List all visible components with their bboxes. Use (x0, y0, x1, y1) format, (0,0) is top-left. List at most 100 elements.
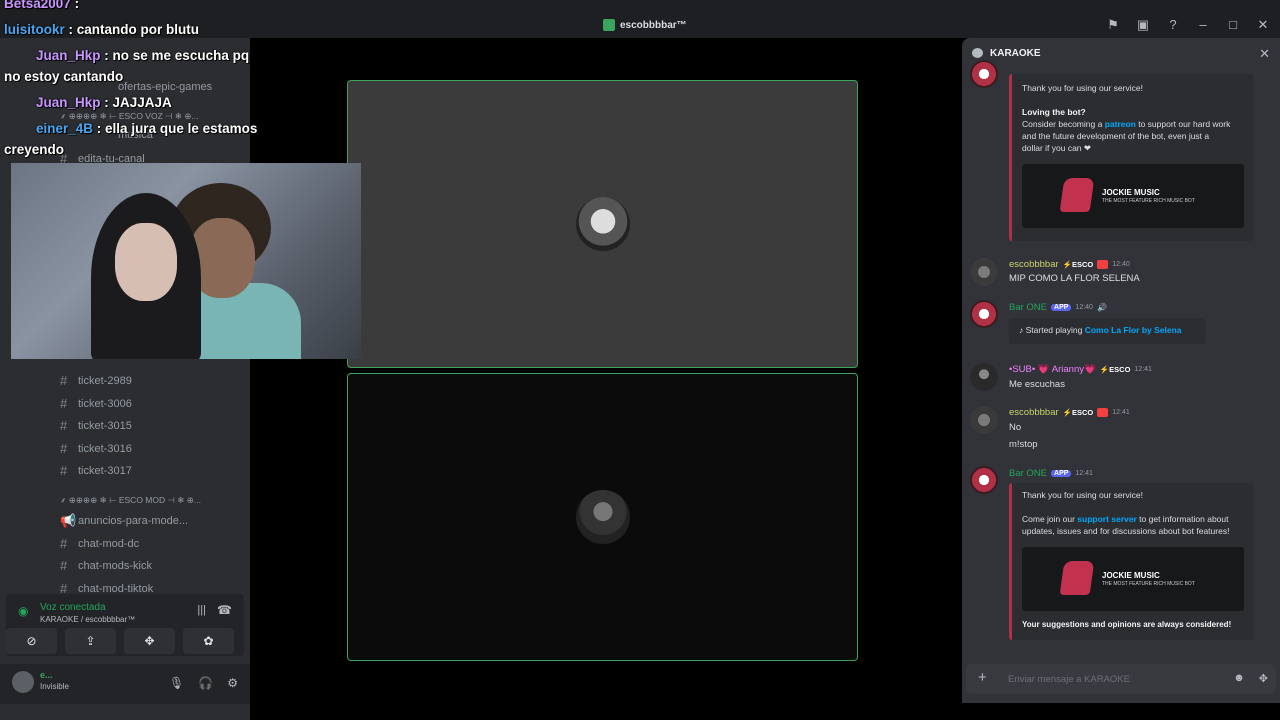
close-button[interactable]: ✕ (1256, 18, 1270, 31)
channel-ticket[interactable]: # ticket-3015 (60, 418, 132, 433)
minimize-button[interactable]: – (1196, 18, 1210, 31)
username[interactable]: e... (40, 670, 53, 680)
voice-status[interactable]: Voz conectada (40, 602, 106, 613)
message-header: •SUB• 💗 Arianny💗 ⚡ESCO 12:41 (1009, 364, 1152, 375)
message-header: Bar ONE APP 12:41 (1009, 468, 1093, 479)
avatar[interactable] (970, 258, 998, 286)
channel-chat-mods-kick[interactable]: # chat-mods-kick (60, 558, 152, 573)
role-tag: ⚡ESCO (1062, 408, 1094, 417)
message-input[interactable]: + Enviar mensaje a KARAOKE ☻ ✥ (966, 664, 1276, 694)
close-icon[interactable]: ✕ (1259, 46, 1270, 62)
webcam-person-face (115, 223, 177, 301)
embed-line: Come join our support server to get info… (1022, 514, 1228, 524)
channel-ticket[interactable]: # ticket-3006 (60, 396, 132, 411)
avatar[interactable] (970, 300, 998, 328)
video-tile-2[interactable] (347, 373, 858, 661)
help-icon[interactable]: ? (1166, 18, 1180, 31)
emoji-icon[interactable]: ☻ (1233, 672, 1245, 685)
camera-off-icon: ⊘ (26, 634, 37, 648)
channel-chat-mod-dc[interactable]: # chat-mod-dc (60, 536, 139, 551)
brand-name: JOCKIE MUSIC (1102, 188, 1160, 197)
soundboard-button[interactable]: ✿ (183, 628, 234, 654)
screen-icon[interactable]: ▣ (1136, 18, 1150, 31)
role-tag-text: ESCO (1109, 365, 1131, 374)
message-time: 12:41 (1075, 470, 1093, 477)
message-author[interactable]: escobbbbar (1009, 407, 1059, 418)
message-header: Bar ONE APP 12:40 🔊 (1009, 302, 1107, 313)
channel-label: ticket-3017 (78, 464, 132, 477)
app-badge: APP (1051, 304, 1072, 311)
patreon-link[interactable]: patreon (1105, 119, 1136, 129)
app-badge: APP (1051, 470, 1072, 477)
channel-ticket[interactable]: # ticket-3016 (60, 441, 132, 456)
jockie-music-banner[interactable]: JOCKIE MUSIC THE MOST FEATURE RICH MUSIC… (1022, 547, 1244, 611)
overlay-text: cantando por blutu (76, 22, 200, 37)
channel-label: ticket-3016 (78, 442, 132, 455)
inbox-icon[interactable]: ⚑ (1106, 18, 1120, 31)
overlay-line: Betsa2007 : (4, 0, 79, 11)
channel-label: ofertas-epic-games (118, 81, 213, 93)
embed-line: Thank you for using our service! (1022, 490, 1143, 500)
channel-label: ticket-3015 (78, 419, 132, 432)
message-author[interactable]: Bar ONE (1009, 468, 1047, 479)
camera-button[interactable]: ⊘ (6, 628, 57, 654)
activities-button[interactable]: ✥ (124, 628, 175, 654)
overlay-text: no estoy cantando (4, 69, 124, 84)
user-controls: 🎙 🎧 ⚙ (169, 676, 238, 690)
gear-icon[interactable]: ⚙ (227, 676, 238, 690)
overlay-line: Juan_Hkp : no se me escucha pq (36, 48, 249, 63)
message-author[interactable]: Bar ONE (1009, 302, 1047, 313)
overlay-line: no estoy cantando (4, 69, 123, 84)
overlay-sep: : (100, 48, 113, 63)
input-actions: ☻ ✥ (1233, 672, 1268, 685)
overlay-line: creyendo (4, 142, 64, 157)
bot-embed: Thank you for using our service! Come jo… (1009, 483, 1253, 640)
overlay-text: JAJJAJA (112, 95, 172, 110)
channel-label: ticket-3006 (78, 397, 132, 410)
avatar[interactable] (970, 406, 998, 434)
channel-ofertas[interactable]: ofertas-epic-games (118, 81, 212, 93)
headphones-icon[interactable]: 🎧 (198, 676, 213, 690)
disconnect-icon[interactable]: ☎ (217, 603, 232, 617)
playing-text: Started playing (1025, 325, 1085, 335)
avatar (575, 490, 630, 544)
channel-label: chat-mod-dc (78, 537, 140, 550)
jockie-logo-icon (1059, 561, 1095, 595)
apps-icon[interactable]: ✥ (1259, 672, 1268, 685)
avatar[interactable] (12, 671, 34, 693)
jockie-music-banner[interactable]: JOCKIE MUSIC THE MOST FEATURE RICH MUSIC… (1022, 164, 1244, 228)
channel-label: anuncios-para-mode... (78, 515, 189, 527)
add-attachment-icon[interactable]: + (978, 669, 987, 686)
category-esco-mod[interactable]: ⸙ ⊕⊕⊕⊕ ❄ ⊢ ESCO MOD ⊣ ❄ ⊕... (60, 495, 201, 506)
hash-icon: # (60, 418, 68, 433)
hash-icon: # (60, 373, 68, 388)
channel-ticket[interactable]: # ticket-3017 (60, 463, 132, 478)
support-server-link[interactable]: support server (1077, 514, 1137, 524)
embed-text-part: Come join our (1022, 514, 1078, 524)
overlay-user: Juan_Hkp (36, 95, 101, 110)
role-tag-text: ESCO (1072, 260, 1094, 269)
noise-suppression-icon[interactable]: ||| (197, 604, 206, 616)
avatar[interactable] (970, 60, 998, 88)
microphone-icon[interactable]: 🎙 (169, 676, 184, 690)
screen-share-button[interactable]: ⇪ (65, 628, 116, 654)
avatar[interactable] (970, 466, 998, 494)
avatar[interactable] (970, 363, 998, 391)
window-title-text: escobbbbar™ (620, 19, 687, 31)
embed-line: Loving the bot? (1022, 107, 1086, 117)
song-link[interactable]: Como La Flor by Selena (1085, 325, 1182, 335)
embed-text-part: Consider becoming a (1022, 119, 1105, 129)
voice-channel-path[interactable]: KARAOKE / escobbbbar™ (40, 615, 135, 624)
channel-anuncios-mod[interactable]: 📢 anuncios-para-mode... (60, 513, 188, 529)
message-author[interactable]: •SUB• 💗 Arianny💗 (1009, 364, 1096, 375)
overlay-sep: : (70, 0, 80, 11)
maximize-button[interactable]: □ (1226, 18, 1240, 31)
video-tile-1[interactable] (347, 80, 858, 368)
message-author[interactable]: escobbbbar (1009, 259, 1059, 270)
embed-line: and the future development of the bot, e… (1022, 131, 1210, 141)
channel-ticket[interactable]: # ticket-2989 (60, 373, 132, 388)
overlay-line: einer_4B : ella jura que le estamos (36, 121, 257, 136)
activities-icon: ✥ (144, 634, 155, 648)
music-icon: ♪ (1019, 325, 1026, 335)
message-time: 12:41 (1134, 366, 1152, 373)
